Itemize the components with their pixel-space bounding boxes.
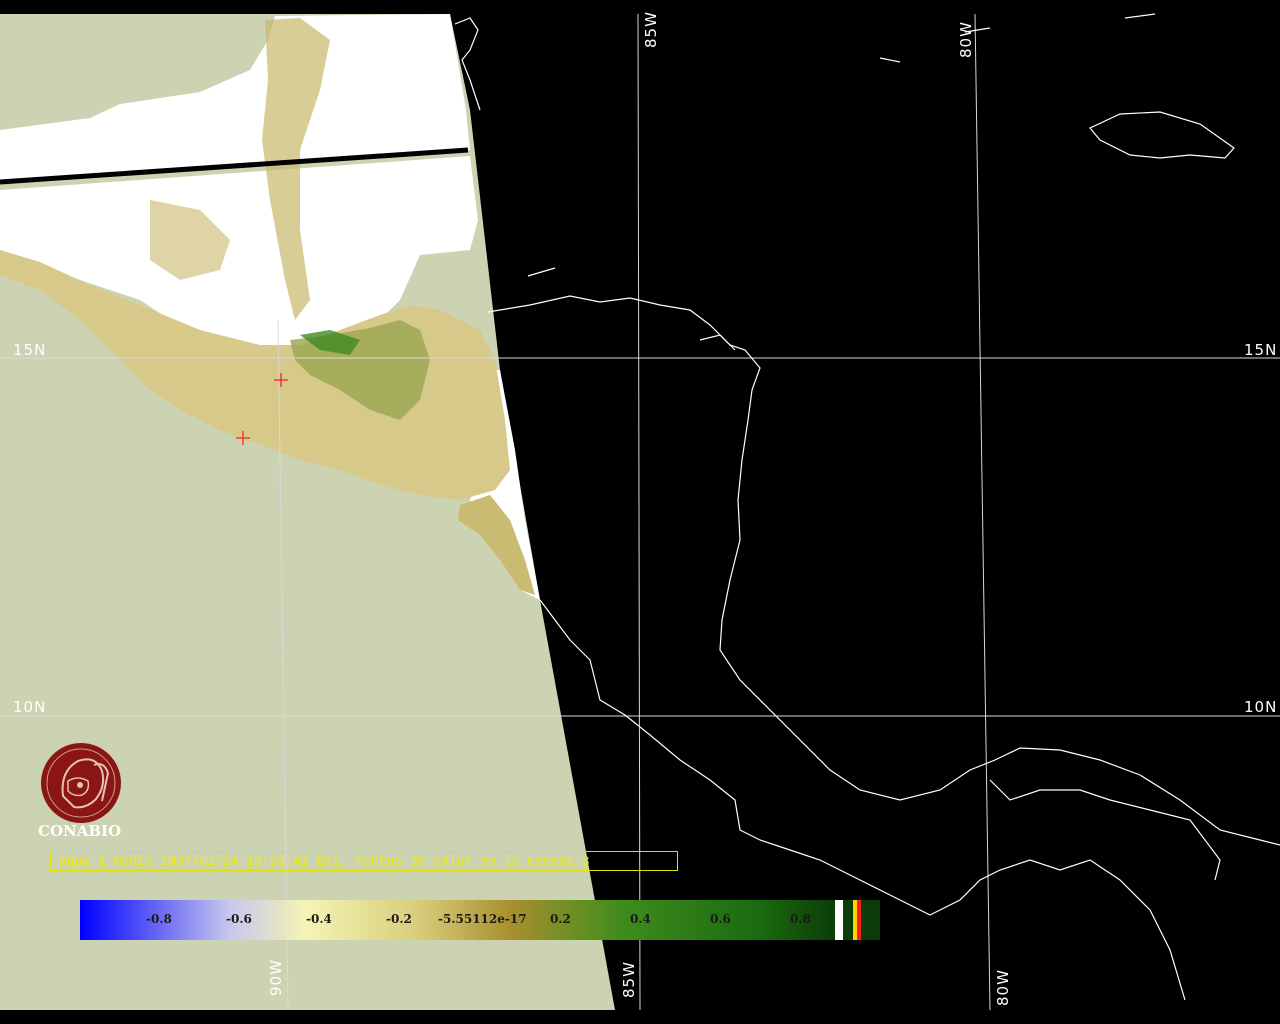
lon-label-80w-top: 80W — [957, 21, 975, 58]
colorbar-tick: 0.4 — [630, 912, 651, 926]
island-fragment-1 — [527, 267, 556, 277]
coastline-pacific — [539, 599, 1186, 1001]
conabio-logo-icon — [41, 743, 121, 823]
lon-label-80w-bottom: 80W — [994, 969, 1012, 1006]
map-canvas: 15N 15N 10N 10N 85W 80W 90W 85W 80W CONA… — [0, 0, 1280, 1024]
colorbar-tick: -0.2 — [386, 912, 412, 926]
island-fragment-2 — [699, 334, 736, 351]
coastline-central-america — [487, 295, 1280, 846]
lon-line-80w — [974, 13, 991, 1011]
jamaica-outline — [1089, 111, 1235, 159]
colorbar-tick: 0.8 — [790, 912, 811, 926]
lat-label-10n-right: 10N — [1244, 698, 1278, 716]
colorbar-tick: -0.4 — [306, 912, 332, 926]
colorbar-tick: 0.2 — [550, 912, 571, 926]
conabio-logo-text: CONABIO — [38, 822, 122, 840]
island-fragment-3 — [879, 57, 901, 63]
colorbar-tick: -0.6 — [226, 912, 252, 926]
colorbar-tick: 0.6 — [710, 912, 731, 926]
lon-label-85w-bottom: 85W — [620, 961, 638, 998]
colorbar-tick: -0.8 — [146, 912, 172, 926]
lat-label-15n-left: 15N — [13, 341, 47, 359]
lon-label-90w-bottom: 90W — [267, 959, 285, 996]
coastline-panama — [989, 779, 1221, 881]
lon-label-85w-top: 85W — [642, 11, 660, 48]
lat-label-15n-right: 15N — [1244, 341, 1278, 359]
cuba-fragment — [1124, 13, 1156, 19]
lat-label-10n-left: 10N — [13, 698, 47, 716]
scene-caption: aqua-1 modis 2007/01/24 19:53:42 EVI, Pu… — [50, 851, 678, 871]
colorbar-tick: -5.55112e-17 — [438, 912, 527, 926]
